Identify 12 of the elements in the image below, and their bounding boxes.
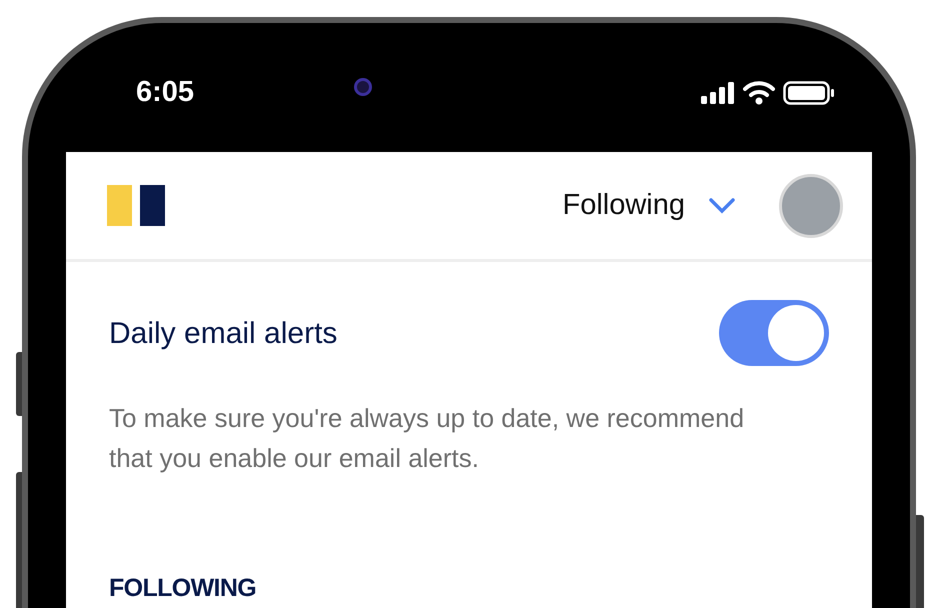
camera-icon [354,78,372,96]
logo-icon [107,185,165,226]
section-heading: FOLLOWING [109,573,258,604]
wifi-icon [743,80,775,104]
alerts-title: Daily email alerts [109,316,338,352]
alerts-description: To make sure you're always up to date, we recommend that you enable our email alerts. [109,402,746,475]
signal-icon [701,82,735,104]
following-dropdown[interactable]: Following [562,184,735,228]
chevron-down-icon [709,198,735,214]
side-button[interactable] [916,515,924,608]
battery-icon [783,80,835,104]
status-time: 6:05 [136,74,194,110]
